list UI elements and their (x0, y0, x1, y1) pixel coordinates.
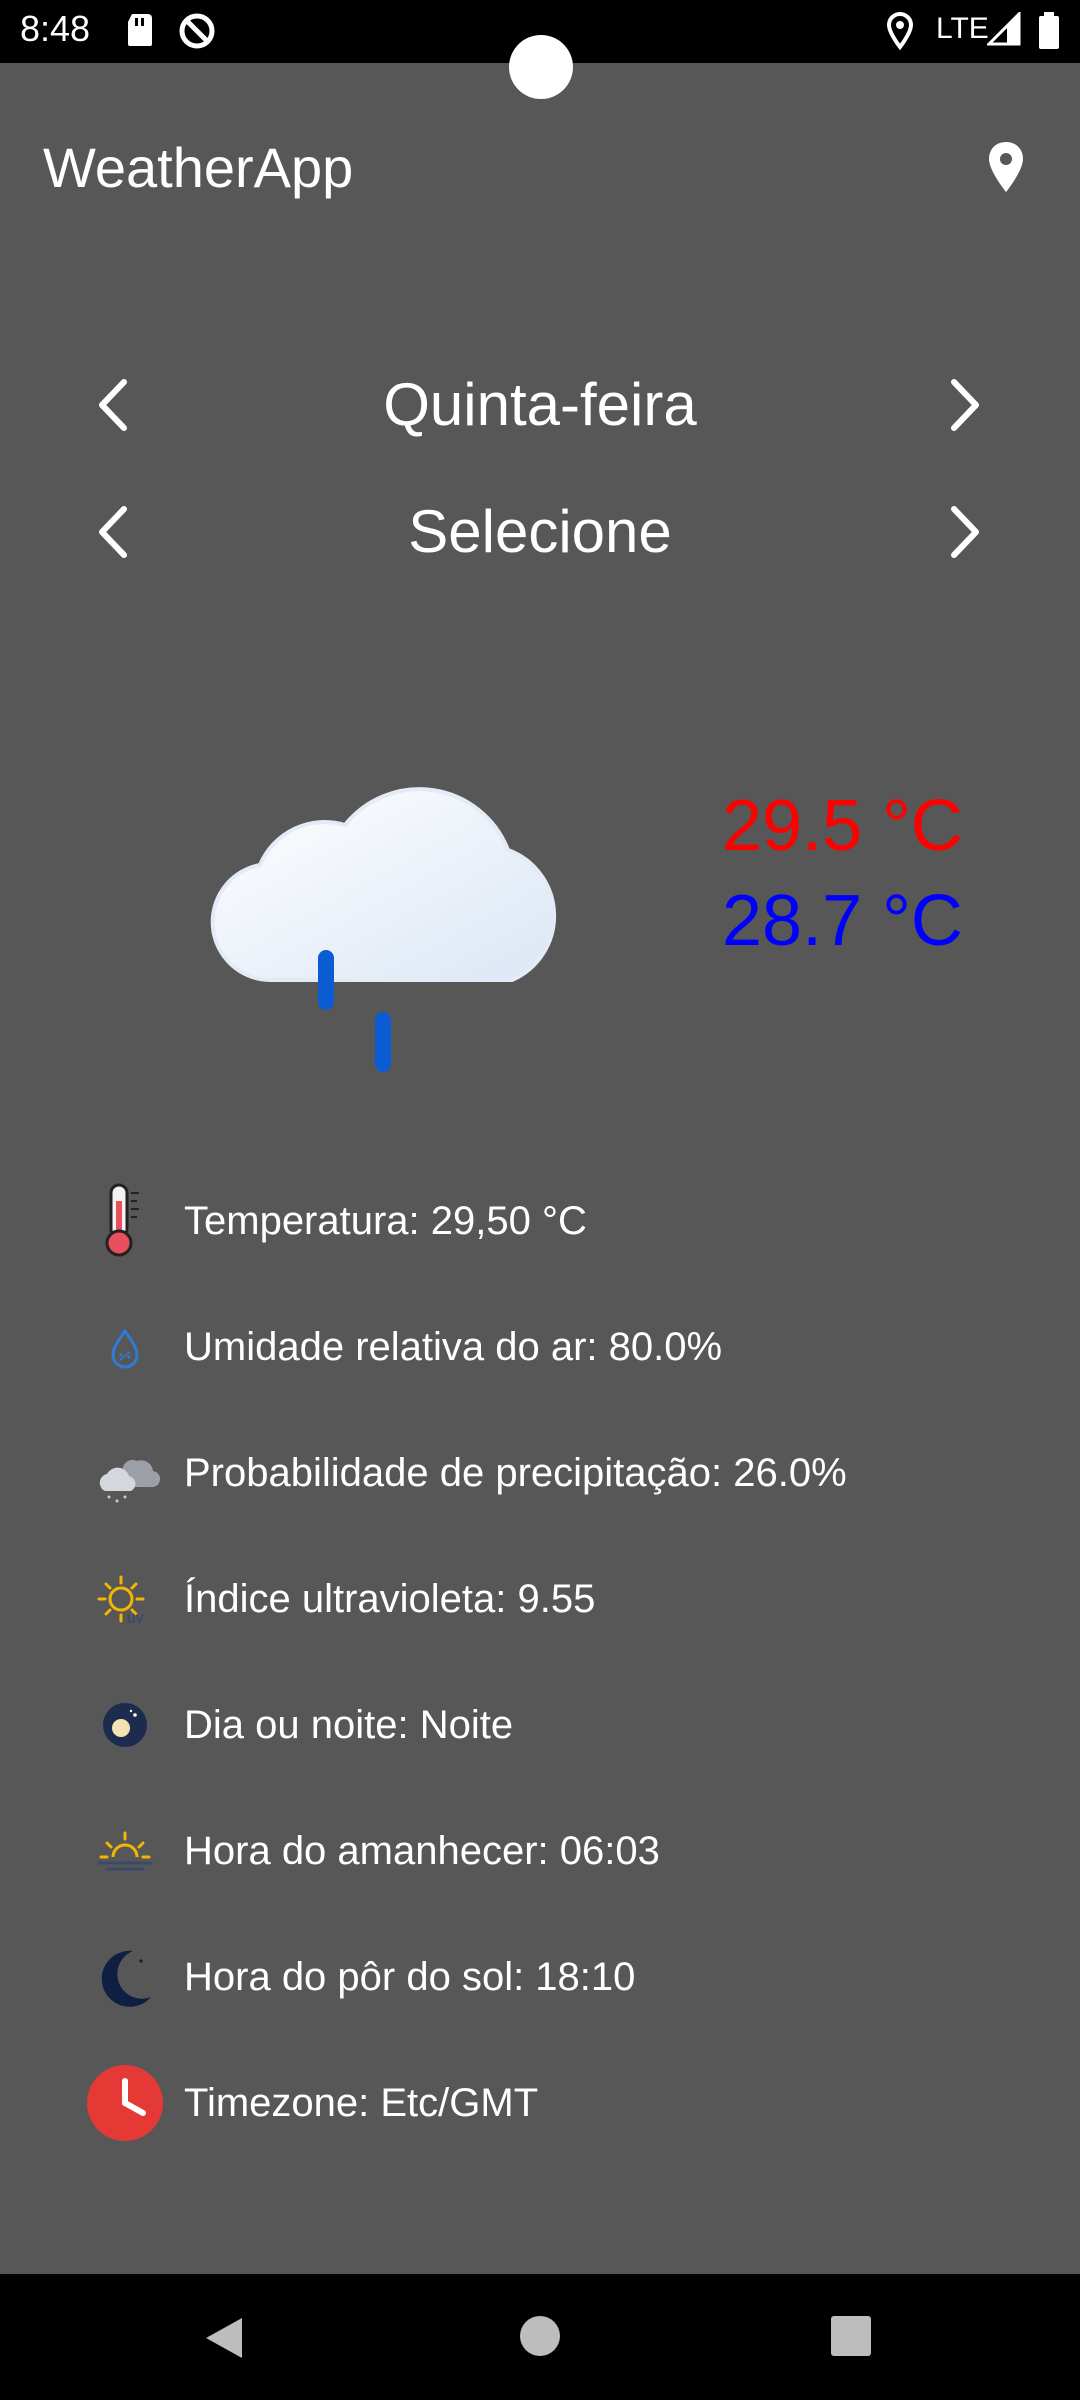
detail-row-sunset: Hora do pôr do sol: 18:10 (0, 1937, 1080, 2017)
svg-text:UV: UV (127, 1612, 144, 1626)
day-night-text: Dia ou noite: Noite (184, 1703, 514, 1747)
uv-sun-icon: UV (97, 1575, 145, 1626)
detail-row-uv: UV Índice ultravioleta: 9.55 (0, 1559, 1080, 1639)
timezone-text: Timezone: Etc/GMT (184, 2081, 539, 2125)
day-night-icon (103, 1703, 147, 1747)
detail-row-sunrise: Hora do amanhecer: 06:03 (0, 1811, 1080, 1891)
max-temperature: 29.5 °C (722, 786, 963, 866)
next-hour-arrow-icon[interactable] (928, 497, 998, 567)
min-temperature: 28.7 °C (722, 881, 963, 961)
previous-hour-arrow-icon[interactable] (80, 497, 150, 567)
recents-square-icon[interactable] (831, 2316, 871, 2356)
system-navigation-bar (0, 2274, 1080, 2400)
back-triangle-icon[interactable] (200, 2314, 248, 2362)
precipitation-text: Probabilidade de precipitação: 26.0% (184, 1451, 847, 1495)
hour-label: Selecione (408, 498, 672, 565)
day-selector: Quinta-feira (0, 352, 1080, 452)
detail-row-temperature: Temperatura: 29,50 °C (0, 1181, 1080, 1261)
previous-day-arrow-icon[interactable] (80, 370, 150, 440)
detail-row-humidity: Umidade relativa do ar: 80.0% (0, 1307, 1080, 1387)
signal-icon (987, 12, 1021, 46)
humidity-drop-icon (111, 1328, 139, 1369)
temperature-text: Temperatura: 29,50 °C (184, 1199, 587, 1243)
status-time: 8:48 (20, 8, 91, 49)
sunrise-text: Hora do amanhecer: 06:03 (184, 1829, 660, 1873)
battery-icon (1039, 12, 1059, 49)
data-saver-icon (179, 13, 215, 49)
precipitation-cloud-icon (99, 1459, 161, 1503)
next-day-arrow-icon[interactable] (928, 370, 998, 440)
sunset-text: Hora do pôr do sol: 18:10 (184, 1955, 636, 1999)
uv-index-text: Índice ultravioleta: 9.55 (184, 1577, 596, 1621)
app-title: WeatherApp (43, 136, 354, 199)
rain-cloud-icon (210, 787, 557, 1072)
network-type: LTE (936, 12, 989, 45)
sunrise-icon (97, 1831, 153, 1871)
day-label: Quinta-feira (383, 371, 697, 438)
detail-row-day-night: Dia ou noite: Noite (0, 1685, 1080, 1765)
clock-icon (87, 2065, 163, 2141)
detail-row-timezone: Timezone: Etc/GMT (0, 2063, 1080, 2143)
home-circle-icon[interactable] (520, 2316, 560, 2356)
location-status-icon (886, 12, 914, 50)
location-pin-icon[interactable] (978, 138, 1034, 198)
detail-row-precipitation: Probabilidade de precipitação: 26.0% (0, 1433, 1080, 1513)
sd-card-icon (128, 14, 152, 46)
hour-selector: Selecione (0, 479, 1080, 579)
humidity-text: Umidade relativa do ar: 80.0% (184, 1325, 723, 1369)
thermometer-icon (105, 1183, 139, 1257)
camera-cutout (509, 35, 573, 99)
moon-icon (101, 1950, 151, 2007)
